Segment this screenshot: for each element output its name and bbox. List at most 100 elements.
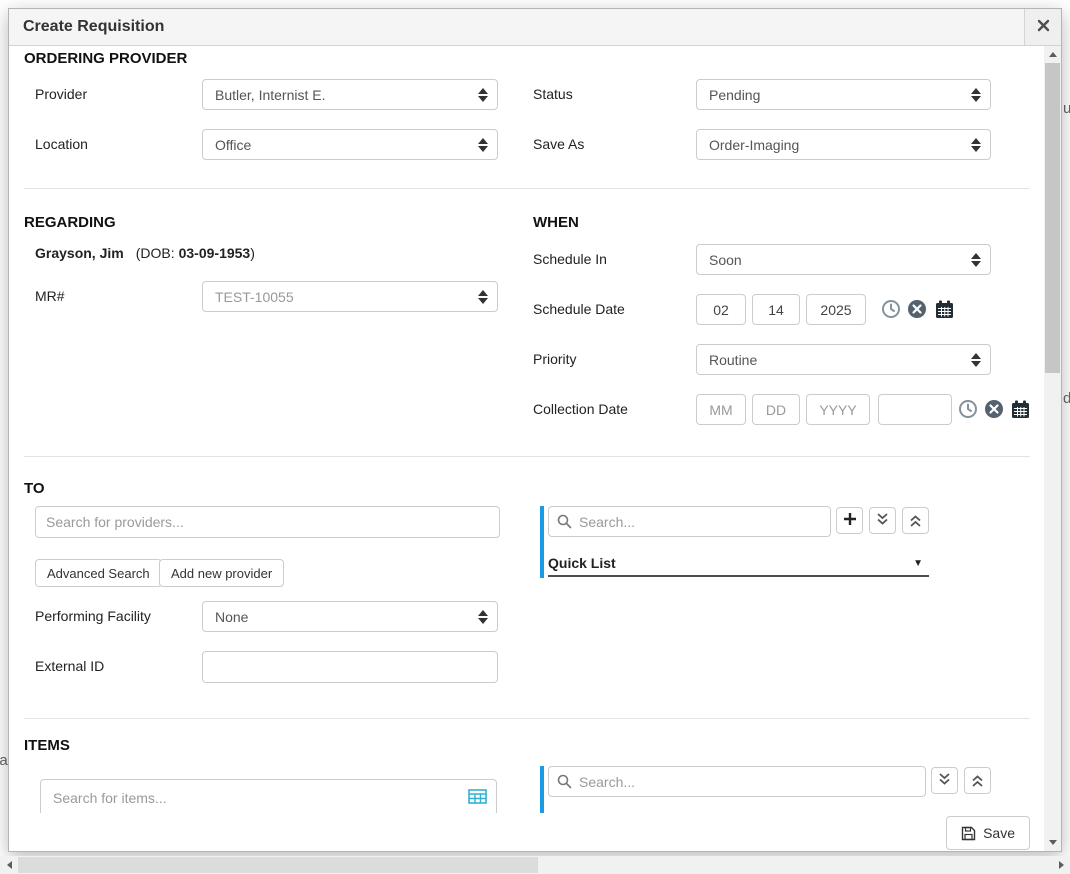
select-caret-icon (478, 88, 488, 102)
save-as-label: Save As (533, 129, 584, 160)
select-caret-icon (971, 138, 981, 152)
provider-select[interactable]: Butler, Internist E. (202, 79, 498, 110)
quick-list-caret-icon: ▼ (913, 558, 923, 569)
advanced-search-button[interactable]: Advanced Search (35, 559, 162, 587)
page-background: u d la Create Requisition ORDERING PROVI… (0, 0, 1070, 874)
items-panel-search-input[interactable] (548, 766, 926, 797)
patient-dob-prefix: (DOB: (136, 245, 175, 261)
modal-header: Create Requisition (9, 9, 1061, 46)
item-table-icon[interactable] (468, 789, 487, 809)
close-button[interactable] (1024, 9, 1061, 45)
schedule-date-clock-icon[interactable] (881, 299, 901, 319)
triangle-left-icon (7, 861, 12, 869)
collection-day-input[interactable] (752, 394, 800, 425)
select-caret-icon (478, 290, 488, 304)
priority-select-value: Routine (709, 352, 757, 368)
status-select[interactable]: Pending (696, 79, 991, 110)
triangle-down-icon (1049, 840, 1057, 845)
performing-facility-label: Performing Facility (35, 601, 151, 632)
priority-label: Priority (533, 344, 577, 375)
select-caret-icon (971, 353, 981, 367)
schedule-day-input[interactable] (752, 294, 800, 325)
location-select-value: Office (215, 137, 251, 153)
expand-all-button[interactable] (869, 507, 896, 534)
mr-select[interactable]: TEST-10055 (202, 281, 498, 312)
modal-title: Create Requisition (9, 18, 164, 36)
section-heading-when: WHEN (533, 214, 579, 231)
horizontal-scrollbar[interactable] (0, 856, 1070, 874)
select-caret-icon (971, 88, 981, 102)
horizontal-scrollbar-thumb[interactable] (18, 857, 538, 873)
items-collapse-all-button[interactable] (964, 767, 991, 794)
to-panel-search (548, 506, 831, 537)
add-to-list-button[interactable] (836, 507, 863, 534)
plus-icon (843, 512, 857, 529)
save-button-label: Save (983, 825, 1015, 841)
item-search (40, 779, 497, 817)
collection-year-input[interactable] (806, 394, 870, 425)
close-icon (1037, 19, 1050, 35)
priority-select[interactable]: Routine (696, 344, 991, 375)
schedule-date-clear-icon[interactable] (907, 299, 927, 319)
schedule-month-input[interactable] (696, 294, 746, 325)
section-heading-items: ITEMS (24, 737, 70, 754)
scroll-right-button[interactable] (1052, 856, 1070, 874)
section-heading-regarding: REGARDING (24, 214, 116, 231)
location-select[interactable]: Office (202, 129, 498, 160)
schedule-year-input[interactable] (806, 294, 866, 325)
select-caret-icon (971, 253, 981, 267)
items-panel-search (548, 766, 926, 797)
section-divider (24, 188, 1030, 189)
collection-time-input[interactable] (878, 394, 952, 425)
add-new-provider-button[interactable]: Add new provider (159, 559, 284, 587)
double-chevron-up-icon (971, 774, 984, 788)
status-select-value: Pending (709, 87, 760, 103)
collection-date-calendar-icon[interactable] (1010, 399, 1030, 419)
quick-list-header[interactable]: Quick List ▼ (548, 551, 929, 577)
provider-search-input[interactable] (35, 506, 500, 538)
schedule-in-select[interactable]: Soon (696, 244, 991, 275)
mr-select-value: TEST-10055 (215, 289, 294, 305)
save-button[interactable]: Save (946, 816, 1030, 850)
section-divider (24, 718, 1030, 719)
double-chevron-up-icon (909, 514, 922, 528)
external-id-label: External ID (35, 651, 104, 682)
item-search-input[interactable] (40, 779, 497, 817)
schedule-date-calendar-icon[interactable] (934, 299, 954, 319)
collection-date-clear-icon[interactable] (984, 399, 1004, 419)
patient-dob: 03-09-1953 (179, 245, 251, 261)
select-caret-icon (478, 138, 488, 152)
double-chevron-down-icon (938, 772, 951, 789)
scroll-down-button[interactable] (1044, 834, 1061, 851)
save-as-select[interactable]: Order-Imaging (696, 129, 991, 160)
create-requisition-modal: Create Requisition ORDERING PROVIDER Pro… (8, 8, 1062, 852)
modal-body: ORDERING PROVIDER Provider Butler, Inter… (9, 46, 1061, 851)
patient-summary: Grayson, Jim (DOB: 03-09-1953 ) (35, 245, 255, 261)
items-expand-all-button[interactable] (931, 767, 958, 794)
select-caret-icon (478, 610, 488, 624)
collapse-all-button[interactable] (902, 507, 929, 534)
provider-select-value: Butler, Internist E. (215, 87, 326, 103)
quick-list-label: Quick List (548, 555, 616, 571)
mr-label: MR# (35, 281, 65, 312)
section-heading-to: TO (24, 480, 45, 497)
vertical-scrollbar-thumb[interactable] (1045, 63, 1060, 373)
vertical-scrollbar[interactable] (1044, 46, 1061, 851)
provider-label: Provider (35, 79, 87, 110)
performing-facility-select[interactable]: None (202, 601, 498, 632)
save-as-select-value: Order-Imaging (709, 137, 799, 153)
items-panel-accent-bar (540, 766, 544, 813)
scroll-up-button[interactable] (1044, 46, 1061, 63)
patient-name: Grayson, Jim (35, 245, 124, 261)
scroll-left-button[interactable] (0, 856, 18, 874)
location-label: Location (35, 129, 88, 160)
backdrop-text-fragment: d (1063, 390, 1070, 407)
collection-date-clock-icon[interactable] (958, 399, 978, 419)
to-panel-search-input[interactable] (548, 506, 831, 537)
collection-month-input[interactable] (696, 394, 746, 425)
schedule-date-label: Schedule Date (533, 294, 625, 325)
save-icon (961, 826, 976, 841)
status-label: Status (533, 79, 573, 110)
external-id-input[interactable] (202, 651, 498, 683)
backdrop-text-fragment: u (1063, 100, 1070, 117)
